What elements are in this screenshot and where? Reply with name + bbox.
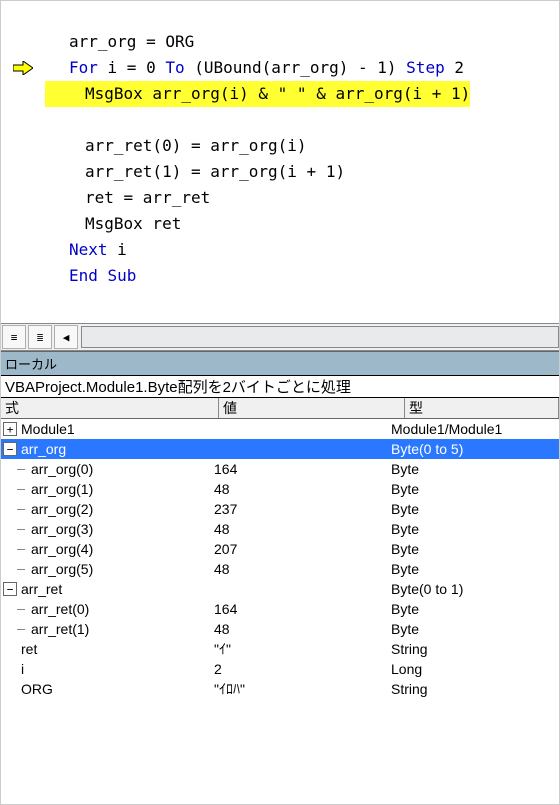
locals-value: 2: [214, 661, 391, 677]
locals-name: arr_ret(0): [29, 601, 89, 617]
locals-value: "ｲﾛﾊ": [214, 679, 391, 699]
locals-row[interactable]: arr_ret Byte(0 to 1): [1, 579, 559, 599]
locals-type: Byte: [391, 561, 559, 577]
locals-value: 48: [214, 561, 391, 577]
locals-name: Module1: [19, 421, 75, 437]
locals-name: arr_org(3): [29, 521, 93, 537]
locals-type: String: [391, 681, 559, 697]
locals-name: arr_ret: [19, 581, 62, 597]
locals-headers: 式 値 型: [1, 398, 559, 419]
locals-type: Byte: [391, 621, 559, 637]
locals-value: 48: [214, 481, 391, 497]
locals-row[interactable]: arr_ret(1) 48Byte: [1, 619, 559, 639]
collapse-icon[interactable]: [3, 442, 17, 456]
locals-type: Byte: [391, 481, 559, 497]
code-line: MsgBox ret: [45, 211, 181, 237]
header-type[interactable]: 型: [405, 398, 559, 418]
locals-row[interactable]: ret "ｲ"String: [1, 639, 559, 659]
locals-name: arr_org(5): [29, 561, 93, 577]
locals-type: Byte: [391, 541, 559, 557]
scroll-left-button[interactable]: ◀: [54, 325, 78, 349]
locals-value: 48: [214, 621, 391, 637]
locals-panel: VBAProject.Module1.Byte配列を2バイトごとに処理 式 値 …: [1, 375, 559, 699]
locals-name: arr_org(1): [29, 481, 93, 497]
vbe-window: arr_org = ORG For i = 0 To (UBound(arr_o…: [0, 0, 560, 805]
view-full-button[interactable]: ≡: [2, 325, 26, 349]
locals-row[interactable]: arr_org(2) 237Byte: [1, 499, 559, 519]
locals-value: 164: [214, 461, 391, 477]
locals-type: String: [391, 641, 559, 657]
locals-name: ORG: [19, 681, 53, 697]
code-text[interactable]: arr_org = ORG For i = 0 To (UBound(arr_o…: [45, 1, 470, 323]
locals-row[interactable]: arr_org(3) 48Byte: [1, 519, 559, 539]
locals-row[interactable]: arr_org(1) 48Byte: [1, 479, 559, 499]
locals-value: 207: [214, 541, 391, 557]
locals-value: 164: [214, 601, 391, 617]
code-line: Next i: [45, 237, 127, 263]
locals-name: arr_org(2): [29, 501, 93, 517]
locals-type: Long: [391, 661, 559, 677]
locals-panel-title: ローカル: [1, 351, 559, 375]
view-proc-button[interactable]: ≣: [28, 325, 52, 349]
locals-row[interactable]: ORG "ｲﾛﾊ"String: [1, 679, 559, 699]
code-line: arr_ret(1) = arr_org(i + 1): [45, 159, 345, 185]
expand-icon[interactable]: [3, 422, 17, 436]
locals-row[interactable]: arr_org(5) 48Byte: [1, 559, 559, 579]
margin-indicator: [1, 1, 45, 323]
code-line: arr_org = ORG: [45, 29, 194, 55]
code-line: arr_ret(0) = arr_org(i): [45, 133, 307, 159]
locals-row[interactable]: arr_org(0) 164Byte: [1, 459, 559, 479]
locals-row[interactable]: Module1 Module1/Module1: [1, 419, 559, 439]
locals-row[interactable]: arr_ret(0) 164Byte: [1, 599, 559, 619]
locals-row[interactable]: i 2Long: [1, 659, 559, 679]
code-line-current: MsgBox arr_org(i) & " " & arr_org(i + 1): [45, 81, 470, 107]
locals-value: 237: [214, 501, 391, 517]
code-editor[interactable]: arr_org = ORG For i = 0 To (UBound(arr_o…: [1, 1, 559, 323]
locals-type: Byte(0 to 1): [391, 581, 559, 597]
locals-type: Byte: [391, 461, 559, 477]
locals-type: Byte: [391, 601, 559, 617]
collapse-icon[interactable]: [3, 582, 17, 596]
locals-name: arr_ret(1): [29, 621, 89, 637]
locals-name: ret: [19, 641, 37, 657]
locals-name: arr_org: [19, 441, 66, 457]
locals-tree[interactable]: Module1 Module1/Module1 arr_org Byte(0 to 5…: [1, 419, 559, 699]
locals-name: arr_org(4): [29, 541, 93, 557]
locals-toolbar: ≡ ≣ ◀: [1, 323, 559, 351]
current-line-arrow-icon: [13, 61, 33, 75]
locals-name: arr_org(0): [29, 461, 93, 477]
code-line: For i = 0 To (UBound(arr_org) - 1) Step …: [45, 55, 464, 81]
locals-type: Byte: [391, 521, 559, 537]
locals-context: VBAProject.Module1.Byte配列を2バイトごとに処理: [1, 376, 559, 398]
locals-value: 48: [214, 521, 391, 537]
header-value[interactable]: 値: [219, 398, 405, 418]
code-line: ret = arr_ret: [45, 185, 210, 211]
locals-value: "ｲ": [214, 639, 391, 659]
locals-row[interactable]: arr_org(4) 207Byte: [1, 539, 559, 559]
locals-type: Byte(0 to 5): [391, 441, 559, 457]
header-expression[interactable]: 式: [1, 398, 219, 418]
code-line: End Sub: [45, 263, 136, 289]
locals-name: i: [19, 661, 24, 677]
locals-row[interactable]: arr_org Byte(0 to 5): [1, 439, 559, 459]
toolbar-spacer: [81, 326, 559, 348]
locals-type: Module1/Module1: [391, 421, 559, 437]
locals-type: Byte: [391, 501, 559, 517]
